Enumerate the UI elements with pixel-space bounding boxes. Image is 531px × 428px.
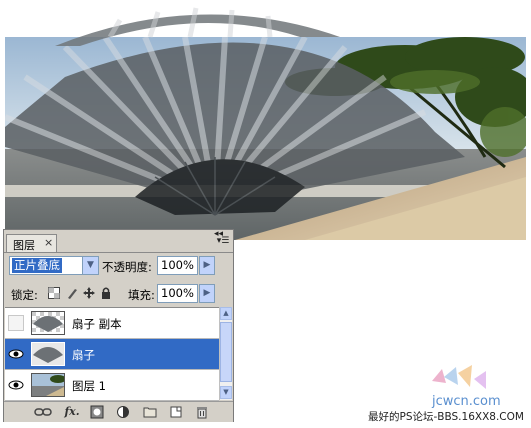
- fill-input[interactable]: 100%: [157, 284, 198, 303]
- layer-row-fan[interactable]: 扇子: [5, 339, 219, 370]
- panel-tab-bar: 图层 × ◂◂ ▾☰: [4, 229, 233, 253]
- beach-photo: [5, 37, 526, 240]
- panel-menu-icon[interactable]: ▾☰: [216, 234, 230, 248]
- blend-mode-select[interactable]: 正片叠底 ▼: [9, 256, 99, 275]
- opacity-label: 不透明度:: [102, 260, 152, 274]
- layer-name: 图层 1: [72, 379, 106, 393]
- link-layers-icon[interactable]: [34, 405, 52, 419]
- chevron-down-icon[interactable]: ▼: [82, 257, 98, 274]
- scroll-thumb[interactable]: [220, 322, 232, 382]
- layer-thumbnail: [31, 311, 65, 335]
- layer-list: 扇子 副本 扇子 图层 1: [5, 307, 219, 401]
- new-group-icon[interactable]: [143, 405, 157, 419]
- layer-mask-icon[interactable]: [90, 405, 104, 419]
- blend-mode-value: 正片叠底: [12, 258, 62, 273]
- eye-icon[interactable]: [7, 346, 25, 362]
- layer-name: 扇子: [72, 348, 95, 362]
- adjustment-layer-icon[interactable]: [116, 405, 130, 419]
- scroll-down-icon[interactable]: ▼: [220, 386, 232, 399]
- layers-bottom-toolbar: fx.: [4, 401, 233, 422]
- watermark-text: 最好的PS论坛-BBS.16XX8.COM: [368, 411, 524, 423]
- lock-label: 锁定:: [11, 288, 38, 302]
- layer-row-layer1[interactable]: 图层 1: [5, 370, 219, 401]
- layer-thumbnail: [31, 342, 65, 366]
- new-layer-icon[interactable]: [169, 405, 183, 419]
- opacity-input[interactable]: 100%: [157, 256, 198, 275]
- blend-opacity-row: 正片叠底 ▼ 不透明度: 100% ▶: [4, 253, 233, 279]
- canvas-image: [5, 37, 526, 240]
- lock-transparent-icon[interactable]: [47, 286, 61, 300]
- scroll-up-icon[interactable]: ▲: [220, 307, 232, 320]
- layer-row-fan-copy[interactable]: 扇子 副本: [5, 308, 219, 339]
- eye-icon[interactable]: [7, 377, 25, 393]
- delete-layer-icon[interactable]: [195, 405, 209, 419]
- close-icon[interactable]: ×: [44, 236, 53, 249]
- layer-thumbnail: [31, 373, 65, 397]
- lock-fill-row: 锁定: 填充: 100% ▶: [4, 282, 233, 306]
- visibility-toggle-empty[interactable]: [8, 315, 24, 331]
- watermark-logo: jcwcn.com: [431, 365, 501, 409]
- fill-slider-button[interactable]: ▶: [199, 284, 215, 303]
- lock-position-icon[interactable]: [82, 286, 96, 300]
- lock-all-icon[interactable]: [99, 286, 113, 300]
- layer-list-scrollbar[interactable]: ▲ ▼: [219, 307, 232, 400]
- layer-name: 扇子 副本: [72, 317, 122, 331]
- tab-layers-label: 图层: [13, 239, 35, 252]
- lock-image-icon[interactable]: [65, 286, 79, 300]
- layers-panel: 图层 × ◂◂ ▾☰ 正片叠底 ▼ 不透明度: 100% ▶ 锁定: 填充: 1…: [3, 229, 234, 422]
- fx-icon[interactable]: fx.: [62, 405, 82, 419]
- fill-label: 填充:: [128, 288, 155, 302]
- watermark-logo-text: jcwcn.com: [431, 394, 501, 409]
- tab-layers[interactable]: 图层 ×: [6, 234, 57, 252]
- opacity-slider-button[interactable]: ▶: [199, 256, 215, 275]
